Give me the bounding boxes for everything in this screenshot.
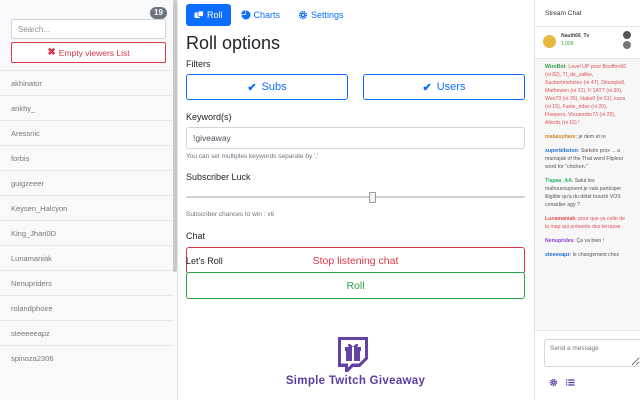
list-item[interactable]: spinoza2306 [0, 345, 174, 370]
keywords-help-text: You can set multiples keywords separate … [186, 153, 319, 160]
lets-roll-label: Let's Roll [186, 256, 223, 266]
list-item[interactable]: Lunamaniak [0, 245, 174, 270]
chat-title: Stream Chat [535, 0, 640, 27]
viewer-list-scrollbar[interactable] [173, 0, 177, 272]
top-user-count: 1,009 [561, 41, 574, 47]
tab-charts[interactable]: Charts [233, 4, 289, 26]
subscriber-luck-label: Subscriber Luck [186, 172, 251, 182]
tab-bar: Roll Charts Settings [186, 4, 352, 26]
avatar [623, 31, 631, 39]
pie-chart-icon [240, 10, 251, 20]
filters-label: Filters [186, 59, 211, 69]
list-item[interactable]: Nenupriders [0, 270, 174, 295]
tab-roll[interactable]: Roll [186, 4, 231, 26]
chat-message: superbibston: Sarkole prox ... a mamajak… [545, 148, 624, 170]
check-icon: ✔ [422, 81, 432, 94]
empty-viewers-button[interactable]: ✖ Empty viewers List [11, 42, 166, 63]
chat-messages: WizeBot: Level UP pour Bouffon66 (ni 82)… [535, 59, 640, 259]
subs-filter-button[interactable]: ✔ Subs [186, 74, 348, 100]
list-item[interactable]: King_Jhari0D [0, 220, 174, 245]
list-item[interactable]: ankhy_ [0, 95, 174, 120]
slider-handle[interactable] [369, 192, 376, 203]
users-filter-button[interactable]: ✔ Users [363, 74, 525, 100]
chat-input-area [535, 330, 640, 400]
viewer-list: akhinator ankhy_ Aressnic forbis guigzee… [0, 70, 174, 370]
keywords-label: Keyword(s) [186, 112, 232, 122]
tab-settings[interactable]: Settings [290, 4, 352, 26]
viewer-count-badge: 19 [150, 7, 167, 19]
list-icon[interactable] [566, 378, 575, 387]
subscriber-luck-slider[interactable] [186, 196, 525, 198]
empty-viewers-label: Empty viewers List [58, 47, 130, 58]
chat-message-input[interactable] [544, 339, 640, 367]
stop-listening-button[interactable]: Stop listening chat [186, 247, 525, 274]
list-item[interactable]: guigzeeer [0, 170, 174, 195]
check-icon: ✔ [247, 81, 257, 94]
chat-message: mabasphare: je dem et re [545, 134, 606, 140]
list-item[interactable]: Keysen_Halcyon [0, 195, 174, 220]
dice-icon [194, 10, 204, 18]
search-input[interactable] [11, 19, 166, 39]
gift-logo-icon [338, 337, 368, 372]
chat-message: steeeeapz: le changement chez [545, 252, 620, 258]
chat-top-bar: Nauth66_Tv 1,009 [535, 27, 640, 59]
avatar [543, 35, 556, 48]
list-item[interactable]: forbis [0, 145, 174, 170]
subscriber-luck-help-text: Subscriber chances to win : x6 [186, 211, 275, 218]
page-title: Roll options [186, 33, 281, 53]
brand-title: Simple Twitch Giveaway [285, 375, 426, 387]
roll-button[interactable]: Roll [186, 272, 525, 299]
list-item[interactable]: Aressnic [0, 120, 174, 145]
viewers-panel: 19 ✖ Empty viewers List akhinator ankhy_… [0, 0, 178, 400]
chat-message: Nenuprides: Ça va bien ! [545, 238, 605, 244]
top-user-name: Nauth66_Tv [561, 33, 590, 39]
chat-message: Lunamaniak: pour que ya celle de la map … [545, 216, 625, 230]
keyword-input[interactable] [186, 127, 525, 149]
chat-message: WizeBot: Level UP pour Bouffon66 (ni 82)… [545, 64, 627, 126]
list-item[interactable]: akhinator [0, 70, 174, 95]
gear-icon [298, 10, 308, 20]
list-item[interactable]: rolandphoire [0, 295, 174, 320]
chat-message: Tlapaa_AA: Salut les mahouvoupoent je va… [545, 178, 622, 208]
list-item[interactable]: steeeeeapz [0, 320, 174, 345]
chat-label: Chat [186, 231, 206, 241]
close-icon: ✖ [47, 46, 56, 58]
gear-icon[interactable] [549, 378, 558, 387]
avatar [623, 41, 631, 49]
roll-options-panel: Roll Charts Settings Roll options Filter… [186, 0, 526, 400]
stream-chat-panel: Stream Chat Nauth66_Tv 1,009 WizeBot: Le… [534, 0, 640, 400]
